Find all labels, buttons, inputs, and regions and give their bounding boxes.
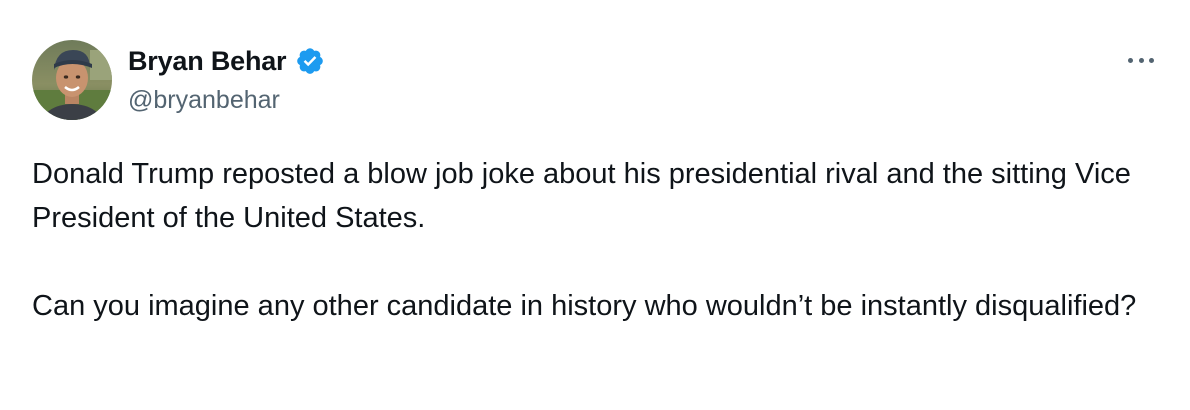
tweet-text: Donald Trump reposted a blow job joke ab… xyxy=(32,152,1152,328)
author-name-row: Bryan Behar xyxy=(128,44,325,78)
tweet-paragraph: Can you imagine any other candidate in h… xyxy=(32,290,1137,322)
author-display-name[interactable]: Bryan Behar xyxy=(128,44,287,78)
avatar[interactable] xyxy=(32,40,112,120)
more-dot xyxy=(1138,57,1144,63)
author-handle[interactable]: @bryanbehar xyxy=(128,84,280,116)
tweet-card: Bryan Behar @bryanbehar Donald Trump rep… xyxy=(0,0,1190,410)
tweet-paragraph: Donald Trump reposted a blow job joke ab… xyxy=(32,158,1131,234)
more-horizontal-icon[interactable] xyxy=(1128,48,1154,72)
more-dot xyxy=(1128,57,1133,63)
more-dot xyxy=(1149,57,1154,63)
avatar-photo xyxy=(32,40,112,120)
verified-badge-icon[interactable] xyxy=(295,46,325,76)
